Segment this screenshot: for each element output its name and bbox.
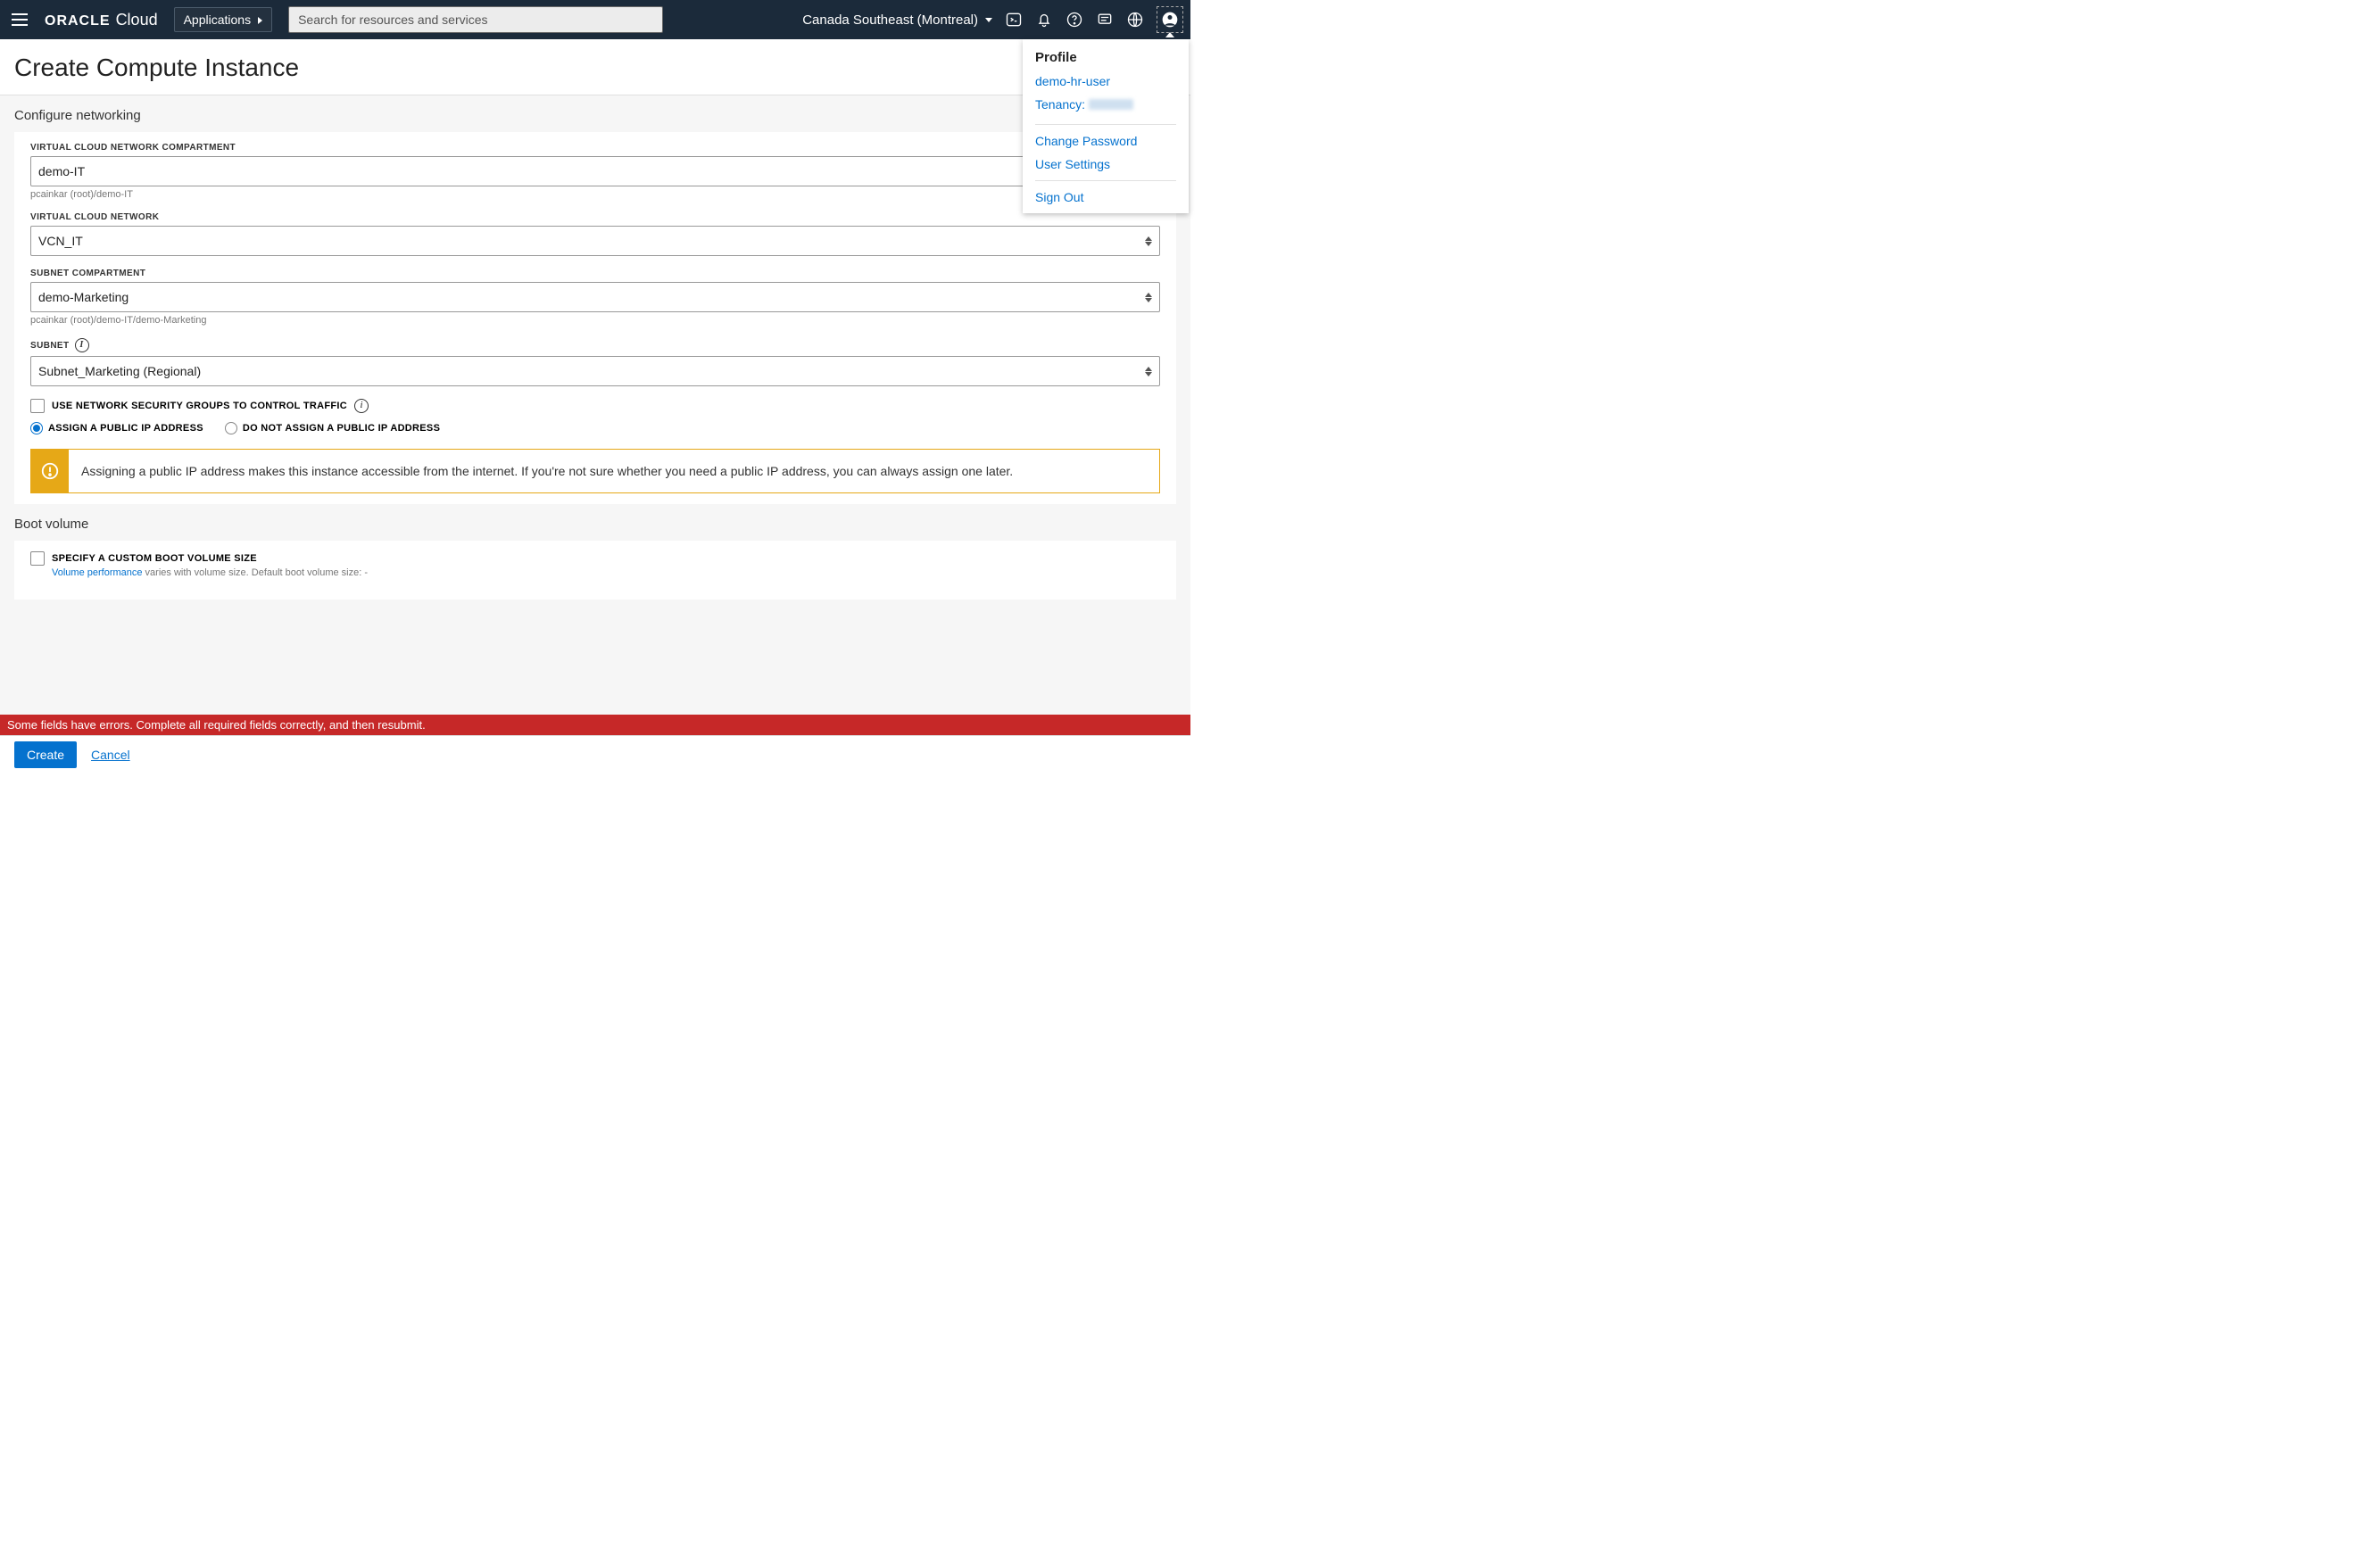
- nsg-checkbox-row: USE NETWORK SECURITY GROUPS TO CONTROL T…: [30, 399, 1160, 413]
- profile-tenancy-link[interactable]: Tenancy:: [1035, 97, 1176, 112]
- profile-title: Profile: [1035, 50, 1176, 65]
- select-arrows-icon: [1145, 293, 1152, 302]
- action-bar: Create Cancel: [0, 735, 1190, 774]
- search-placeholder: Search for resources and services: [298, 12, 487, 27]
- search-input[interactable]: Search for resources and services: [288, 6, 663, 33]
- user-settings-link[interactable]: User Settings: [1035, 157, 1176, 171]
- radio-noassign-label: DO NOT ASSIGN A PUBLIC IP ADDRESS: [243, 423, 440, 434]
- section-networking-title: Configure networking: [0, 95, 1190, 132]
- change-password-link[interactable]: Change Password: [1035, 134, 1176, 148]
- radio-assign-label: ASSIGN A PUBLIC IP ADDRESS: [48, 423, 203, 434]
- vcn-compartment-field: VIRTUAL CLOUD NETWORK COMPARTMENT demo-I…: [30, 143, 1160, 200]
- warning-icon: [31, 450, 69, 492]
- logo-text-cloud: Cloud: [116, 11, 158, 29]
- applications-label: Applications: [184, 12, 252, 27]
- subnet-compartment-value: demo-Marketing: [38, 290, 129, 304]
- vcn-compartment-path: pcainkar (root)/demo-IT: [30, 189, 1160, 200]
- applications-menu-button[interactable]: Applications: [174, 7, 273, 32]
- profile-menu-trigger[interactable]: [1157, 6, 1183, 33]
- user-avatar-icon: [1161, 11, 1179, 29]
- sign-out-link[interactable]: Sign Out: [1035, 190, 1083, 204]
- notifications-bell-icon[interactable]: [1035, 11, 1053, 29]
- divider: [1035, 180, 1176, 181]
- select-arrows-icon: [1145, 367, 1152, 376]
- nsg-checkbox-label: USE NETWORK SECURITY GROUPS TO CONTROL T…: [52, 401, 347, 411]
- subnet-compartment-field: SUBNET COMPARTMENT demo-Marketing pcaink…: [30, 269, 1160, 326]
- create-button[interactable]: Create: [14, 741, 77, 768]
- vcn-compartment-value: demo-IT: [38, 164, 85, 178]
- info-icon[interactable]: i: [354, 399, 369, 413]
- top-navbar: ORACLE Cloud Applications Search for res…: [0, 0, 1190, 39]
- bv-specify-row: SPECIFY A CUSTOM BOOT VOLUME SIZE: [30, 551, 1160, 566]
- radio-selected-icon: [30, 422, 43, 434]
- vcn-compartment-select[interactable]: demo-IT: [30, 156, 1160, 186]
- public-ip-radio-group: ASSIGN A PUBLIC IP ADDRESS DO NOT ASSIGN…: [30, 422, 1160, 434]
- bv-helper-text: Volume performance varies with volume si…: [30, 567, 1160, 578]
- warning-text: Assigning a public IP address makes this…: [69, 450, 1025, 492]
- subnet-compartment-label: SUBNET COMPARTMENT: [30, 269, 1160, 278]
- cancel-link[interactable]: Cancel: [91, 748, 130, 762]
- cloud-shell-icon[interactable]: [1005, 11, 1023, 29]
- region-label: Canada Southeast (Montreal): [802, 12, 978, 28]
- tenancy-label: Tenancy:: [1035, 97, 1085, 112]
- bv-helper-rest: varies with volume size. Default boot vo…: [143, 567, 369, 578]
- profile-user-link[interactable]: demo-hr-user: [1035, 74, 1176, 88]
- chat-icon[interactable]: [1096, 11, 1114, 29]
- subnet-field: SUBNET i Subnet_Marketing (Regional): [30, 338, 1160, 386]
- form-error-banner: Some fields have errors. Complete all re…: [0, 715, 1190, 735]
- tenancy-name-redacted: [1089, 99, 1133, 110]
- subnet-select[interactable]: Subnet_Marketing (Regional): [30, 356, 1160, 386]
- page-title: Create Compute Instance: [0, 39, 1190, 95]
- subnet-value: Subnet_Marketing (Regional): [38, 364, 201, 378]
- region-selector[interactable]: Canada Southeast (Montreal): [802, 12, 992, 28]
- vcn-label: VIRTUAL CLOUD NETWORK: [30, 212, 1160, 222]
- radio-unselected-icon: [225, 422, 237, 434]
- nsg-checkbox[interactable]: [30, 399, 45, 413]
- subnet-compartment-path: pcainkar (root)/demo-IT/demo-Marketing: [30, 315, 1160, 326]
- subnet-label: SUBNET i: [30, 338, 1160, 352]
- divider: [1035, 124, 1176, 125]
- vcn-compartment-label: VIRTUAL CLOUD NETWORK COMPARTMENT: [30, 143, 1160, 153]
- select-arrows-icon: [1145, 236, 1152, 246]
- topbar-right-cluster: Canada Southeast (Montreal): [802, 6, 1183, 33]
- chevron-down-icon: [982, 12, 992, 28]
- section-bootvolume-title: Boot volume: [0, 504, 1190, 541]
- chevron-right-icon: [254, 12, 262, 27]
- boot-volume-panel: SPECIFY A CUSTOM BOOT VOLUME SIZE Volume…: [14, 541, 1176, 600]
- caret-up-icon: [1165, 32, 1174, 37]
- page-body: Create Compute Instance Configure networ…: [0, 39, 1190, 774]
- help-icon[interactable]: [1066, 11, 1083, 29]
- globe-language-icon[interactable]: [1126, 11, 1144, 29]
- menu-hamburger-icon[interactable]: [7, 7, 32, 32]
- profile-dropdown-panel: Profile demo-hr-user Tenancy: Change Pas…: [1023, 39, 1189, 213]
- networking-panel: VIRTUAL CLOUD NETWORK COMPARTMENT demo-I…: [14, 132, 1176, 504]
- vcn-value: VCN_IT: [38, 234, 83, 248]
- public-ip-warning-alert: Assigning a public IP address makes this…: [30, 449, 1160, 493]
- vcn-field: VIRTUAL CLOUD NETWORK VCN_IT: [30, 212, 1160, 256]
- subnet-compartment-select[interactable]: demo-Marketing: [30, 282, 1160, 312]
- info-icon[interactable]: i: [75, 338, 89, 352]
- radio-do-not-assign-public-ip[interactable]: DO NOT ASSIGN A PUBLIC IP ADDRESS: [225, 422, 440, 434]
- bv-specify-label: SPECIFY A CUSTOM BOOT VOLUME SIZE: [52, 553, 257, 564]
- volume-performance-link[interactable]: Volume performance: [52, 567, 143, 578]
- logo-text-oracle: ORACLE: [45, 13, 111, 29]
- oracle-cloud-logo[interactable]: ORACLE Cloud: [45, 11, 158, 29]
- vcn-select[interactable]: VCN_IT: [30, 226, 1160, 256]
- radio-assign-public-ip[interactable]: ASSIGN A PUBLIC IP ADDRESS: [30, 422, 203, 434]
- bv-specify-checkbox[interactable]: [30, 551, 45, 566]
